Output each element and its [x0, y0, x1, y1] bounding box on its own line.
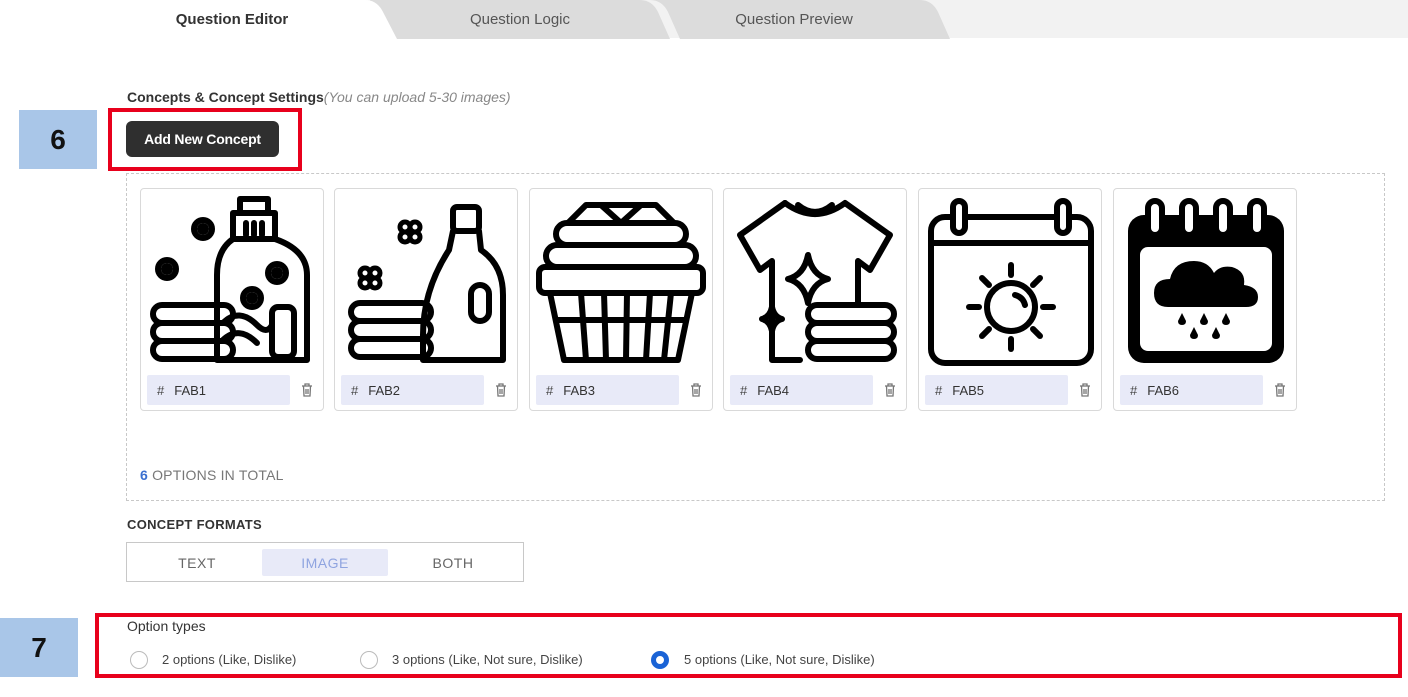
clean-shirt-sparkle-icon: [737, 200, 897, 363]
add-new-concept-button[interactable]: Add New Concept: [126, 121, 279, 157]
tab-question-editor[interactable]: Question Editor: [100, 0, 400, 39]
concept-label-field[interactable]: # FAB4: [730, 375, 873, 405]
badge-number: 6: [50, 123, 66, 155]
badge-number: 7: [31, 631, 47, 663]
annotation-badge-6: 6: [19, 110, 97, 169]
radio-2-options[interactable]: [130, 651, 148, 669]
tab-label: Question Editor: [175, 11, 289, 28]
annotation-badge-7: 7: [0, 618, 78, 677]
concepts-title-text: Concepts & Concept Settings: [127, 89, 324, 105]
radio-2-options-label[interactable]: 2 options (Like, Dislike): [162, 652, 296, 667]
concept-label: FAB1: [174, 382, 207, 398]
concept-label: FAB4: [757, 382, 790, 398]
concept-label-field[interactable]: # FAB2: [341, 375, 484, 405]
radio-5-options-label[interactable]: 5 options (Like, Not sure, Dislike): [684, 652, 875, 667]
trash-icon[interactable]: [690, 383, 702, 397]
concept-label-field[interactable]: # FAB3: [536, 375, 679, 405]
trash-icon[interactable]: [495, 383, 507, 397]
tab-question-logic[interactable]: Question Logic: [370, 0, 670, 39]
tab-label: Question Logic: [469, 11, 571, 28]
concept-label-field[interactable]: # FAB1: [147, 375, 290, 405]
option-types-label: Option types: [127, 618, 206, 634]
concept-card: # FAB5: [918, 188, 1102, 411]
tab-question-preview[interactable]: Question Preview: [650, 0, 950, 39]
laundry-basket-icon: [536, 202, 706, 363]
hash-icon: #: [546, 382, 554, 398]
tab-bar: Question Logic Question Preview Question…: [0, 0, 1408, 39]
concept-formats-segmented-control: TEXT IMAGE BOTH: [126, 542, 524, 582]
radio-3-options[interactable]: [360, 651, 378, 669]
concept-card: # FAB6: [1113, 188, 1297, 411]
trash-icon[interactable]: [1274, 383, 1286, 397]
calendar-sun-icon: [928, 198, 1094, 366]
concept-card: # FAB1: [140, 188, 324, 411]
softener-flowers-towels-icon: [150, 196, 310, 363]
concept-label: FAB3: [563, 382, 596, 398]
detergent-bottle-towels-icon: [348, 204, 506, 363]
annotation-highlight-option-types: [95, 613, 1402, 678]
radio-3-options-label[interactable]: 3 options (Like, Not sure, Dislike): [392, 652, 583, 667]
trash-icon[interactable]: [884, 383, 896, 397]
options-total: 6 OPTIONS IN TOTAL: [140, 467, 284, 483]
format-option-text[interactable]: TEXT: [134, 549, 260, 576]
concept-label-field[interactable]: # FAB5: [925, 375, 1068, 405]
concepts-section-title: Concepts & Concept Settings(You can uplo…: [127, 89, 511, 105]
options-total-count: 6: [140, 467, 148, 483]
radio-5-options[interactable]: [651, 651, 669, 669]
hash-icon: #: [157, 382, 165, 398]
concept-formats-label: CONCEPT FORMATS: [127, 517, 262, 532]
options-total-text: OPTIONS IN TOTAL: [148, 467, 284, 483]
format-option-image[interactable]: IMAGE: [262, 549, 388, 576]
trash-icon[interactable]: [1079, 383, 1091, 397]
hash-icon: #: [935, 382, 943, 398]
concept-card: # FAB2: [334, 188, 518, 411]
hash-icon: #: [351, 382, 359, 398]
concept-label: FAB5: [952, 382, 985, 398]
concept-card: # FAB3: [529, 188, 713, 411]
concept-card: # FAB4: [723, 188, 907, 411]
hash-icon: #: [1130, 382, 1138, 398]
concept-label: FAB6: [1147, 382, 1180, 398]
concepts-hint: (You can upload 5-30 images): [323, 89, 511, 105]
calendar-rain-icon: [1128, 198, 1284, 363]
concept-label-field[interactable]: # FAB6: [1120, 375, 1263, 405]
concept-label: FAB2: [368, 382, 401, 398]
tab-label: Question Preview: [735, 11, 853, 28]
trash-icon[interactable]: [301, 383, 313, 397]
format-option-both[interactable]: BOTH: [390, 549, 516, 576]
hash-icon: #: [740, 382, 748, 398]
